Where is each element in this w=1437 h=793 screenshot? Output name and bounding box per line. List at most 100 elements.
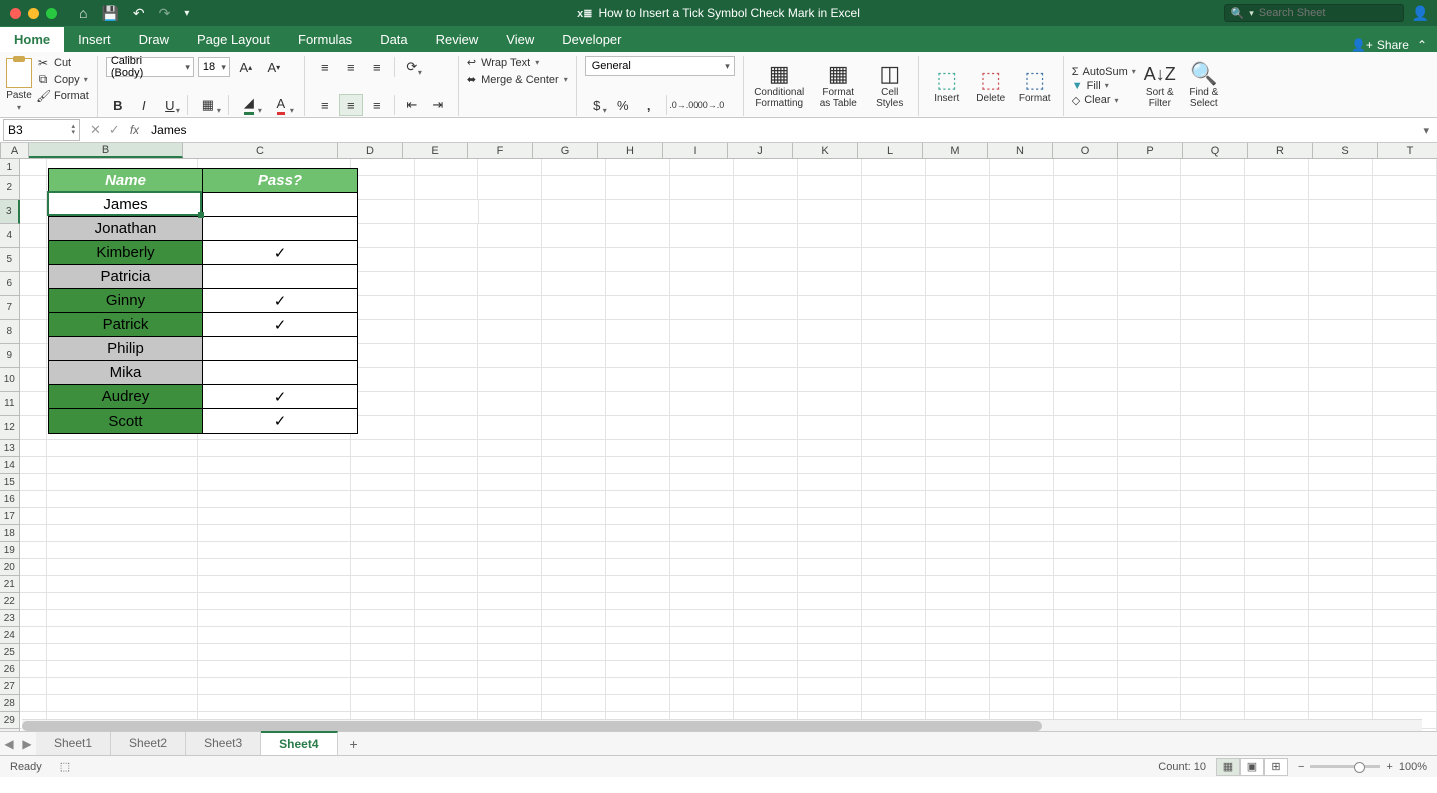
cell-K21[interactable] (798, 576, 862, 593)
font-name-select[interactable]: Calibri (Body) (106, 57, 194, 77)
cell-E14[interactable] (415, 457, 479, 474)
cell-E8[interactable] (415, 320, 479, 344)
cell-B25[interactable] (47, 644, 198, 661)
cell-M12[interactable] (926, 416, 990, 440)
cell-B28[interactable] (47, 695, 198, 712)
cell-G10[interactable] (542, 368, 606, 392)
cell-N16[interactable] (990, 491, 1054, 508)
cell-A10[interactable] (20, 368, 48, 392)
cell-C17[interactable] (198, 508, 350, 525)
cell-I10[interactable] (670, 368, 734, 392)
cell-S28[interactable] (1309, 695, 1373, 712)
cell-L3[interactable] (862, 200, 926, 224)
cell-Q1[interactable] (1181, 159, 1245, 176)
cell-M27[interactable] (926, 678, 990, 695)
cell-A1[interactable] (20, 159, 48, 176)
cell-N2[interactable] (990, 176, 1054, 200)
cell-B17[interactable] (47, 508, 198, 525)
cell-M5[interactable] (926, 248, 990, 272)
cell-J24[interactable] (734, 627, 798, 644)
cell-A23[interactable] (20, 610, 48, 627)
cell-G3[interactable] (542, 200, 606, 224)
cell-J14[interactable] (734, 457, 798, 474)
fx-icon[interactable]: fx (130, 123, 145, 137)
cell-S8[interactable] (1309, 320, 1373, 344)
cell-J13[interactable] (734, 440, 798, 457)
cell-G15[interactable] (542, 474, 606, 491)
cell-G12[interactable] (542, 416, 606, 440)
cell-B13[interactable] (47, 440, 198, 457)
cell-C27[interactable] (198, 678, 350, 695)
cell-H3[interactable] (606, 200, 670, 224)
cell-D11[interactable] (351, 392, 415, 416)
bold-button[interactable]: B (106, 94, 130, 116)
row-header-5[interactable]: 5 (0, 248, 20, 272)
cell-D27[interactable] (351, 678, 415, 695)
cell-I25[interactable] (670, 644, 734, 661)
cell-A21[interactable] (20, 576, 48, 593)
cell-O11[interactable] (1054, 392, 1118, 416)
cell-B27[interactable] (47, 678, 198, 695)
close-window-button[interactable] (10, 8, 21, 19)
search-sheet-box[interactable]: 🔍▾ (1224, 4, 1404, 22)
cell-O12[interactable] (1054, 416, 1118, 440)
cell-R2[interactable] (1245, 176, 1309, 200)
cell-A24[interactable] (20, 627, 48, 644)
row-header-29[interactable]: 29 (0, 712, 20, 729)
align-top-button[interactable]: ≡ (313, 56, 337, 78)
cell-P15[interactable] (1118, 474, 1182, 491)
cell-S26[interactable] (1309, 661, 1373, 678)
cell-R9[interactable] (1245, 344, 1309, 368)
align-right-button[interactable]: ≡ (365, 94, 389, 116)
cell-M4[interactable] (926, 224, 990, 248)
table-cell-name[interactable]: Kimberly (49, 241, 203, 265)
cell-R5[interactable] (1245, 248, 1309, 272)
cell-E28[interactable] (415, 695, 479, 712)
cell-F7[interactable] (478, 296, 542, 320)
cell-R20[interactable] (1245, 559, 1309, 576)
cell-G24[interactable] (542, 627, 606, 644)
cell-T23[interactable] (1373, 610, 1437, 627)
cell-K5[interactable] (798, 248, 862, 272)
cell-F4[interactable] (478, 224, 542, 248)
cell-F12[interactable] (478, 416, 542, 440)
cell-I27[interactable] (670, 678, 734, 695)
cell-K4[interactable] (798, 224, 862, 248)
increase-decimal-button[interactable]: .0→.00 (672, 94, 696, 116)
cell-T7[interactable] (1373, 296, 1437, 320)
cell-H23[interactable] (606, 610, 670, 627)
cell-A16[interactable] (20, 491, 48, 508)
cell-G22[interactable] (542, 593, 606, 610)
cell-P2[interactable] (1118, 176, 1182, 200)
decrease-indent-button[interactable]: ⇤ (400, 94, 424, 116)
cell-F27[interactable] (478, 678, 542, 695)
column-header-L[interactable]: L (858, 143, 923, 158)
cell-K28[interactable] (798, 695, 862, 712)
cell-H1[interactable] (606, 159, 670, 176)
cell-E22[interactable] (415, 593, 479, 610)
cell-R3[interactable] (1245, 200, 1309, 224)
cell-T22[interactable] (1373, 593, 1437, 610)
column-header-J[interactable]: J (728, 143, 793, 158)
cell-N22[interactable] (990, 593, 1054, 610)
cell-Q7[interactable] (1181, 296, 1245, 320)
sheet-tab-sheet2[interactable]: Sheet2 (111, 732, 186, 755)
zoom-window-button[interactable] (46, 8, 57, 19)
align-middle-button[interactable]: ≡ (339, 56, 363, 78)
cell-M1[interactable] (926, 159, 990, 176)
table-cell-pass[interactable]: ✓ (203, 289, 357, 313)
cell-F21[interactable] (478, 576, 542, 593)
table-cell-name[interactable]: Philip (49, 337, 203, 361)
cell-T20[interactable] (1373, 559, 1437, 576)
cell-A26[interactable] (20, 661, 48, 678)
cell-K1[interactable] (798, 159, 862, 176)
cell-I7[interactable] (670, 296, 734, 320)
cell-H27[interactable] (606, 678, 670, 695)
cell-N17[interactable] (990, 508, 1054, 525)
cell-A2[interactable] (20, 176, 48, 200)
cell-I21[interactable] (670, 576, 734, 593)
cell-F9[interactable] (478, 344, 542, 368)
sheet-tab-sheet4[interactable]: Sheet4 (261, 731, 337, 755)
cell-T1[interactable] (1373, 159, 1437, 176)
cell-Q5[interactable] (1181, 248, 1245, 272)
